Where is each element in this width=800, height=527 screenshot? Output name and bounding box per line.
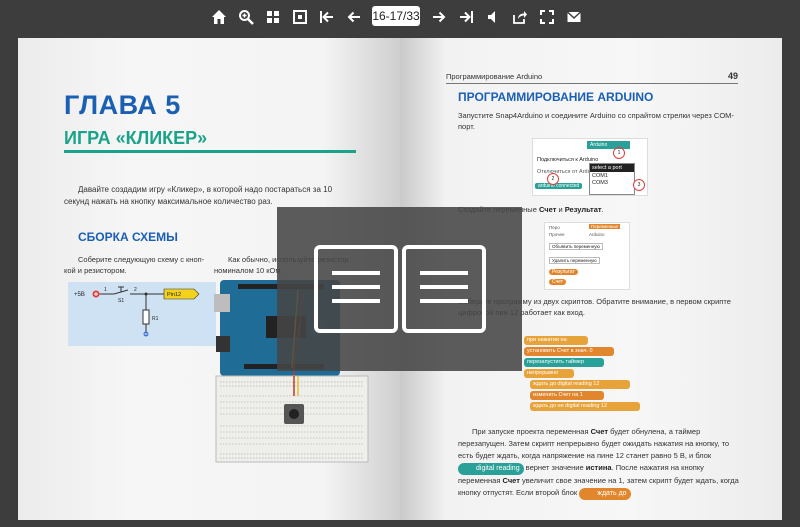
com3-option: COM3	[592, 180, 608, 186]
var-result-name: Результат	[564, 205, 602, 214]
variables-text-and: и	[556, 205, 565, 214]
running-rule	[446, 83, 738, 84]
var-result-block: Результат	[549, 269, 578, 275]
last-page-icon[interactable]	[455, 6, 477, 28]
single-page-icon[interactable]	[289, 6, 311, 28]
script-block-wait-until-pressed: ждать до digital reading 12	[530, 380, 630, 389]
explanation-true: истина	[585, 463, 612, 472]
arduino-tab: Arduino	[587, 141, 630, 149]
declare-variable-button: Объявить переменную	[549, 243, 603, 250]
chapter-rule	[64, 150, 356, 153]
step-1-marker: 1	[613, 147, 625, 159]
schematic-pin-label: Pin12	[167, 292, 181, 298]
running-title: Программирование Arduino	[446, 72, 543, 81]
section-title: ПРОГРАММИРОВАНИЕ ARDUINO	[458, 90, 654, 104]
script-block-forever: непрерывно	[524, 369, 574, 378]
first-page-icon[interactable]	[316, 6, 338, 28]
schematic-node-2: 2	[134, 287, 137, 293]
connect-paragraph: Запустите Snap4Arduino и соедините Ardui…	[458, 111, 734, 131]
snap-script-screenshot: при нажатии на установить Счет в знач. 0…	[524, 334, 660, 420]
fullscreen-icon[interactable]	[536, 6, 558, 28]
zoom-icon[interactable]	[235, 6, 257, 28]
thumbnails-icon[interactable]	[262, 6, 284, 28]
tab-variables: Переменные	[589, 224, 621, 229]
page-indicator-input[interactable]	[372, 6, 420, 26]
explanation-text-a: При запуске проекта переменная	[472, 427, 591, 436]
inline-digital-reading-block: digital reading	[458, 463, 524, 475]
script-block-change-score: изменить Счет на 1	[530, 391, 604, 400]
prev-page-icon[interactable]	[343, 6, 365, 28]
schematic-vcc-label: +5В	[74, 292, 85, 298]
page-number: 49	[727, 71, 738, 81]
port-dropdown: select a port COM1 COM3	[589, 163, 635, 195]
explanation-paragraph: При запуске проекта переменная Счет буде…	[458, 426, 740, 500]
explanation-text-d: вернет зна­чение	[523, 463, 586, 472]
step-2-marker: 2	[547, 173, 559, 185]
chapter-subtitle: ИГРА «КЛИКЕР»	[64, 128, 208, 148]
select-port-header: select a port	[590, 164, 634, 172]
tab-other: Прочее	[549, 232, 565, 237]
script-block-wait-until-released: ждать до не digital reading 12	[530, 402, 640, 411]
variables-palette-screenshot: Перо Переменные Прочее Arduino Объявить …	[544, 222, 630, 290]
home-icon[interactable]	[208, 6, 230, 28]
connected-status: arduino connected	[535, 183, 583, 189]
tab-pen: Перо	[549, 225, 560, 230]
explanation-score-2: Счет	[502, 476, 520, 485]
script-block-when-clicked: при нажатии на	[524, 336, 588, 345]
script-block-reset-timer: перезапустить таймер	[524, 358, 604, 367]
open-book-overlay-button[interactable]	[277, 207, 522, 371]
delete-variable-button: Удалить переменную	[549, 257, 600, 264]
intro-paragraph: Давайте создадим игру «Кликер», в которо…	[64, 185, 333, 206]
chapter-title: ГЛАВА 5	[64, 90, 181, 120]
open-book-icon	[313, 245, 486, 333]
schematic-node-1: 1	[104, 287, 107, 293]
script-block-set-score: установить Счет в знач. 0	[524, 347, 614, 356]
tab-arduino: Arduino	[589, 232, 605, 237]
toolbar	[0, 0, 800, 34]
circuit-schematic: +5В 1 2 S1 R1 Pin12	[68, 282, 216, 346]
assembly-text: Соберите следующую схему с кноп­кой и ре…	[64, 255, 205, 275]
port-selection-screenshot: Arduino Подключиться к Arduino Отключить…	[532, 138, 648, 196]
next-page-icon[interactable]	[428, 6, 450, 28]
sound-icon[interactable]	[482, 6, 504, 28]
schematic-switch-label: S1	[118, 298, 124, 304]
section-title: СБОРКА СХЕМЫ	[78, 230, 178, 244]
var-score-block: Счет	[549, 279, 567, 285]
variables-text-suffix: .	[601, 205, 604, 214]
schematic-resistor-label: R1	[152, 316, 159, 322]
email-icon[interactable]	[563, 6, 585, 28]
step-3-marker: 3	[633, 179, 645, 191]
share-icon[interactable]	[509, 6, 531, 28]
explanation-score-1: Счет	[590, 427, 609, 436]
com1-option: COM1	[592, 173, 608, 179]
inline-wait-until-block: ждать до	[579, 488, 631, 500]
var-score-name: Счет	[538, 205, 557, 214]
